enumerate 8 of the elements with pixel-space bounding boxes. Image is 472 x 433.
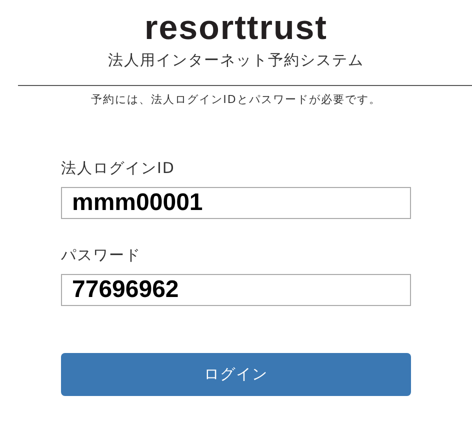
notice-text: 予約には、法人ログインIDとパスワードが必要です。 <box>91 92 381 108</box>
field-label: 法人ログインID <box>61 158 176 179</box>
login-button[interactable]: ログイン <box>61 353 411 396</box>
input-field[interactable]: 77696962 <box>61 274 411 306</box>
field-label: パスワード <box>61 245 142 266</box>
input-field[interactable]: mmm00001 <box>61 187 411 219</box>
logo: resorttrust <box>144 10 328 46</box>
system-title: 法人用インターネット予約システム <box>108 50 364 71</box>
